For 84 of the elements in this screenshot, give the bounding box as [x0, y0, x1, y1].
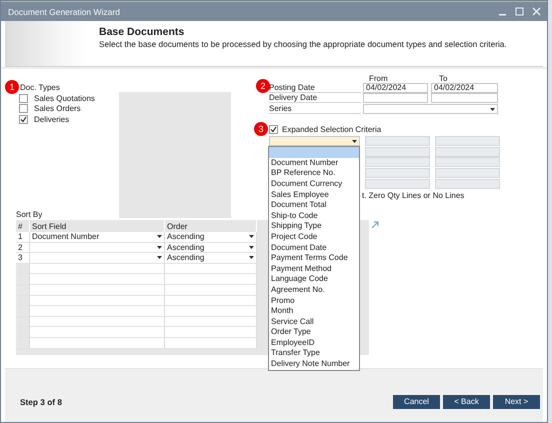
step-badge: 3 — [254, 122, 268, 136]
caret-icon — [249, 235, 254, 238]
dropdown-option[interactable]: Document Total — [269, 200, 359, 211]
order-dropdown[interactable]: Ascending — [164, 252, 256, 264]
sort-field-dropdown[interactable] — [30, 242, 164, 253]
sort-field-dropdown[interactable] — [30, 252, 164, 264]
dropdown-option[interactable]: Month — [269, 306, 359, 317]
disabled-field — [365, 178, 430, 189]
checkbox[interactable] — [19, 114, 28, 124]
row-number: 2 — [16, 242, 30, 253]
dropdown-option[interactable]: Ship-to Code — [269, 210, 359, 222]
checkbox-label: Deliveries — [34, 114, 70, 124]
dropdown-option[interactable]: Agreement No. — [269, 284, 359, 296]
step-badge: 2 — [256, 79, 270, 93]
field-label: Posting Date — [269, 83, 361, 94]
dropdown-option[interactable]: Promo — [269, 296, 359, 306]
disabled-field — [435, 136, 500, 146]
dropdown-option[interactable]: Payment Method — [269, 264, 359, 274]
disabled-field — [435, 157, 500, 168]
sort-field-dropdown[interactable]: Document Number — [30, 232, 164, 242]
dropdown-option[interactable]: Document Currency — [269, 178, 359, 190]
checkbox[interactable] — [269, 125, 278, 134]
maximize-icon[interactable] — [515, 7, 524, 16]
dropdown-option[interactable]: Service Call — [269, 316, 359, 328]
column-header: Sort Field — [30, 220, 164, 232]
field-label: Series — [269, 104, 361, 114]
disabled-field — [365, 168, 430, 178]
page-title: Base Documents — [99, 26, 186, 38]
field-label: Delivery Date — [269, 93, 361, 104]
dropdown-option[interactable]: Delivery Note Number — [269, 359, 359, 370]
doc-types-label: Doc. Types — [20, 82, 60, 92]
caret-icon — [249, 246, 254, 249]
from-label: From — [368, 74, 389, 83]
to-label: To — [439, 74, 448, 83]
sort-by-label: Sort By — [16, 210, 42, 220]
row-number: 1 — [16, 232, 30, 242]
option-text: t. Zero Qty Lines or No Lines — [362, 190, 464, 200]
dropdown-option[interactable]: Language Code — [269, 274, 359, 285]
to-date-field[interactable]: 04/02/2024 — [431, 83, 498, 94]
dropdown-option[interactable]: EmployeeID — [269, 338, 359, 348]
expand-arrow-icon[interactable] — [371, 221, 379, 229]
checkbox-label: Sales Orders — [34, 104, 81, 114]
row-number: 3 — [16, 252, 30, 264]
wizard-button[interactable]: < Back — [443, 394, 490, 408]
step-badge: 1 — [5, 80, 19, 94]
from-date-field[interactable]: 04/02/2024 — [363, 83, 428, 94]
wizard-button[interactable]: Cancel — [393, 394, 440, 408]
checkbox-label: Expanded Selection Criteria — [282, 125, 382, 134]
dropdown-option[interactable]: Transfer Type — [269, 348, 359, 360]
dropdown-option[interactable]: Sales Employee — [269, 190, 359, 200]
caret-icon — [352, 140, 357, 144]
page-description: Select the base documents to be processed by choosing the appropriate document types and selection criteria. — [99, 39, 507, 49]
disabled-field — [365, 136, 430, 146]
dropdown-option[interactable]: BP Reference No. — [269, 168, 359, 179]
caret-icon — [490, 108, 495, 111]
caret-icon — [157, 256, 162, 260]
series-dropdown[interactable] — [363, 104, 498, 114]
order-dropdown[interactable]: Ascending — [164, 242, 256, 253]
dropdown-option[interactable]: Document Number — [269, 158, 359, 168]
wizard-button[interactable]: Next > — [493, 394, 540, 408]
dropdown-option[interactable]: Document Date — [269, 242, 359, 254]
disabled-field — [435, 168, 500, 178]
order-dropdown[interactable]: Ascending — [164, 232, 256, 242]
dropdown-option[interactable]: Shipping Type — [269, 221, 359, 232]
checkbox[interactable] — [19, 104, 28, 114]
close-icon[interactable] — [532, 7, 541, 16]
column-header: Order — [164, 220, 256, 232]
disabled-field — [435, 146, 500, 157]
checkbox[interactable] — [19, 94, 28, 103]
to-date-field[interactable] — [431, 93, 498, 104]
dropdown-option[interactable]: Order Type — [269, 327, 359, 338]
disabled-field — [365, 146, 430, 157]
window-title: Document Generation Wizard — [8, 6, 120, 16]
column-header: # — [16, 220, 30, 232]
from-date-field[interactable] — [363, 93, 428, 104]
caret-icon — [157, 235, 162, 238]
dropdown-option[interactable]: Payment Terms Code — [269, 253, 359, 264]
caret-icon — [249, 256, 254, 260]
checkbox-label: Sales Quotations — [34, 94, 95, 103]
caret-icon — [157, 246, 162, 249]
step-indicator: Step 3 of 8 — [20, 396, 62, 406]
disabled-field — [365, 157, 430, 168]
dropdown-option[interactable]: Project Code — [269, 232, 359, 243]
disabled-field — [435, 178, 500, 189]
